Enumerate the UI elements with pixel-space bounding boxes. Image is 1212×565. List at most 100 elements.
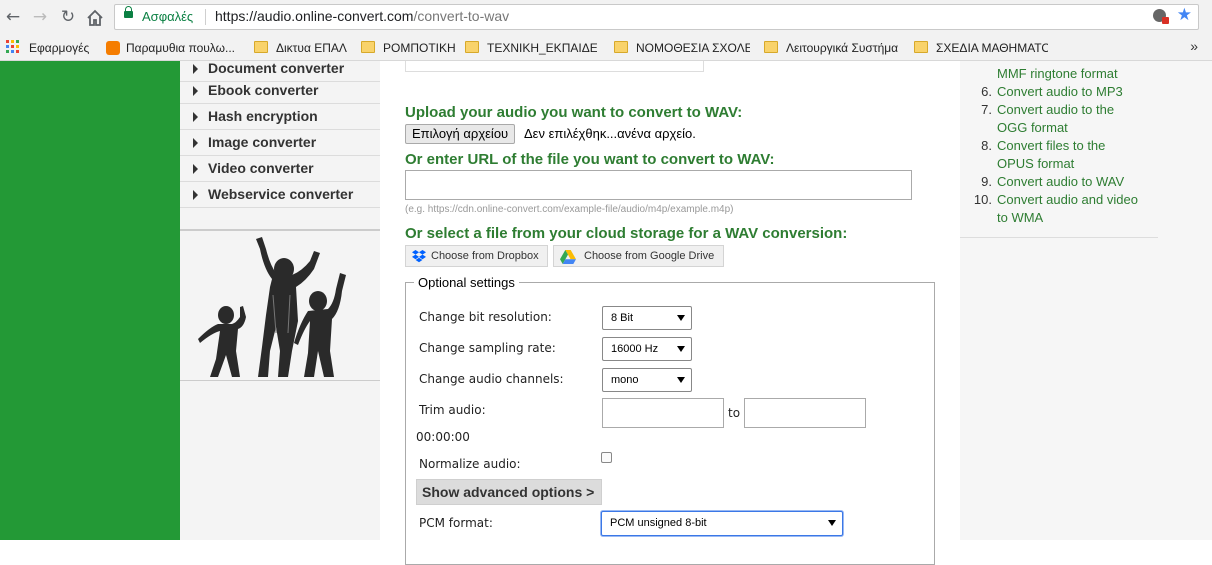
audio-channels-select[interactable]: mono <box>602 368 692 392</box>
list-item-wma[interactable]: Convert audio and video <box>997 192 1138 207</box>
url-text[interactable]: https://audio.online-convert.com/convert… <box>215 8 509 24</box>
bookmark-folder[interactable]: ΝΟΜΟΘΕΣΙΑ ΣΧΟΛΕΙ <box>614 39 750 57</box>
upload-heading: Upload your audio you want to convert to… <box>405 104 743 121</box>
bookmark-star-icon[interactable]: ★ <box>1177 5 1192 25</box>
cloud-heading: Or select a file from your cloud storage… <box>405 225 848 242</box>
bookmark-folder[interactable]: Δικτυα ΕΠΑΛ <box>254 39 354 57</box>
list-item-opus[interactable]: Convert files to the <box>997 138 1105 153</box>
list-item-opus-line2[interactable]: OPUS format <box>997 156 1074 171</box>
triangle-right-icon <box>193 112 198 122</box>
list-number: 8. <box>981 138 992 153</box>
list-number: 10. <box>973 192 992 207</box>
normalize-audio-label: Normalize audio: <box>419 457 521 471</box>
bit-resolution-select[interactable]: 8 Bit <box>602 306 692 330</box>
forward-icon[interactable]: → <box>29 6 51 28</box>
triangle-right-icon <box>193 164 198 174</box>
pcm-format-value: PCM unsigned 8-bit <box>610 517 707 529</box>
sidebar-item-label: Document converter <box>208 60 345 76</box>
back-icon[interactable]: ← <box>2 6 24 28</box>
sampling-rate-label: Change sampling rate: <box>419 341 556 355</box>
dropbox-label: Choose from Dropbox <box>431 250 539 262</box>
bookmark-folder[interactable]: ΡΟΜΠΟΤΙΚΗ <box>361 39 461 57</box>
bookmark-apps[interactable]: Εφαρμογές <box>29 39 99 57</box>
sampling-rate-value: 16000 Hz <box>611 343 659 355</box>
url-example-hint: (e.g. https://cdn.online-convert.com/exa… <box>405 204 734 215</box>
right-column-divider <box>960 237 1158 238</box>
bookmark-folder[interactable]: ΤΕΧΝΙΚΗ_ΕΚΠΑΙΔΕΥΣ <box>465 39 597 57</box>
home-icon[interactable] <box>86 9 104 27</box>
url-heading: Or enter URL of the file you want to con… <box>405 151 775 168</box>
bookmark-label: ΣΧΕΔΙΑ ΜΑΘΗΜΑΤΟ <box>936 41 1048 55</box>
bookmark-folder[interactable]: Λειτουργικά Συστήμα <box>764 39 900 57</box>
sidebar-item-hash-encryption[interactable]: Hash encryption <box>180 105 380 130</box>
google-drive-label: Choose from Google Drive <box>584 250 715 262</box>
sidebar-item-webservice-converter[interactable]: Webservice converter <box>180 183 380 208</box>
trim-end-input[interactable] <box>744 398 866 428</box>
list-item-mp3[interactable]: Convert audio to MP3 <box>997 84 1123 99</box>
trim-to-label: to <box>728 406 741 420</box>
sidebar-item-label: Ebook converter <box>208 82 319 98</box>
sidebar-item-label: Hash encryption <box>208 108 318 124</box>
list-item-wma-line2[interactable]: to WMA <box>997 210 1043 225</box>
brand-side-bar <box>0 61 180 540</box>
dropbox-icon <box>412 250 426 263</box>
pcm-format-label: PCM format: <box>419 516 493 530</box>
triangle-right-icon <box>193 138 198 148</box>
folder-icon <box>914 41 928 53</box>
dropdown-arrow-icon <box>677 346 685 352</box>
bookmark-label: Παραμυθια πουλω... <box>126 41 235 55</box>
list-item-mmf[interactable]: MMF ringtone format <box>997 66 1118 81</box>
blocked-content-icon[interactable] <box>1153 9 1169 24</box>
bookmark-label: Εφαρμογές <box>29 41 90 55</box>
optional-settings-legend: Optional settings <box>418 275 515 290</box>
google-drive-icon <box>560 250 576 264</box>
triangle-right-icon <box>193 86 198 96</box>
trim-time-hint: 00:00:00 <box>416 430 470 444</box>
bit-resolution-value: 8 Bit <box>611 312 634 324</box>
sidebar-item-label: Image converter <box>208 134 317 150</box>
secure-label: Ασφαλές <box>142 9 194 24</box>
list-item-ogg-line2[interactable]: OGG format <box>997 120 1068 135</box>
blogger-icon <box>106 41 120 55</box>
sampling-rate-select[interactable]: 16000 Hz <box>602 337 692 361</box>
audio-channels-label: Change audio channels: <box>419 372 564 386</box>
bookmark-label: ΡΟΜΠΟΤΙΚΗ <box>383 41 456 55</box>
apps-icon[interactable] <box>6 40 20 54</box>
normalize-audio-checkbox[interactable] <box>601 452 612 463</box>
dropdown-arrow-icon <box>828 520 836 526</box>
upload-box-top <box>405 61 704 72</box>
bookmark-label: ΝΟΜΟΘΕΣΙΑ ΣΧΟΛΕΙ <box>636 41 750 55</box>
trim-start-input[interactable] <box>602 398 724 428</box>
pcm-format-select[interactable]: PCM unsigned 8-bit <box>601 511 843 536</box>
list-item-wav[interactable]: Convert audio to WAV <box>997 174 1124 189</box>
show-advanced-options-button[interactable]: Show advanced options > <box>416 479 602 505</box>
reload-icon[interactable]: ↻ <box>57 6 79 28</box>
choose-file-button[interactable]: Επιλογή αρχείου <box>405 124 516 144</box>
file-url-input[interactable] <box>405 170 912 200</box>
list-number: 9. <box>981 174 992 189</box>
sidebar-item-image-converter[interactable]: Image converter <box>180 131 380 156</box>
bookmark-blog[interactable]: Παραμυθια πουλω... <box>106 39 241 57</box>
bookmark-label: ΤΕΧΝΙΚΗ_ΕΚΠΑΙΔΕΥΣ <box>487 41 597 55</box>
trim-audio-label: Trim audio: <box>419 403 486 417</box>
file-status-text: Δεν επιλέχθηκ...ανένα αρχείο. <box>524 126 696 141</box>
list-number: 6. <box>981 84 992 99</box>
dancers-illustration <box>198 237 346 377</box>
sidebar-item-ebook-converter[interactable]: Ebook converter <box>180 79 380 104</box>
folder-icon <box>254 41 268 53</box>
browser-toolbar: ← → ↻ Ασφαλές https://audio.online-conve… <box>0 0 1212 35</box>
folder-icon <box>361 41 375 53</box>
bookmark-folder[interactable]: ΣΧΕΔΙΑ ΜΑΘΗΜΑΤΟ <box>914 39 1048 57</box>
sidebar-item-video-converter[interactable]: Video converter <box>180 157 380 182</box>
dropdown-arrow-icon <box>677 377 685 383</box>
sidebar-item-label: Video converter <box>208 160 314 176</box>
audio-channels-value: mono <box>611 374 639 386</box>
list-number: 7. <box>981 102 992 117</box>
dropbox-button[interactable]: Choose from Dropbox <box>405 245 548 267</box>
list-item-ogg[interactable]: Convert audio to the <box>997 102 1114 117</box>
google-drive-button[interactable]: Choose from Google Drive <box>553 245 724 267</box>
bit-resolution-label: Change bit resolution: <box>419 310 552 324</box>
address-bar[interactable]: Ασφαλές https://audio.online-convert.com… <box>114 4 1199 30</box>
more-bookmarks-button[interactable]: » <box>1190 38 1198 54</box>
triangle-right-icon <box>193 64 198 74</box>
